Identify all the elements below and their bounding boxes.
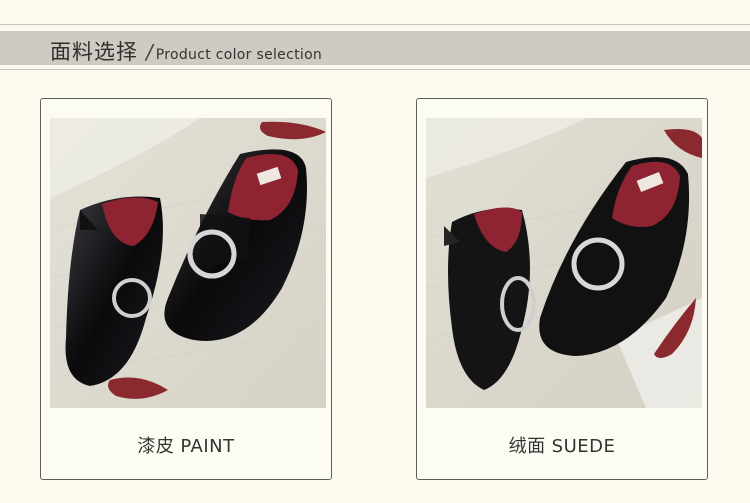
product-name-cn: 绒面 bbox=[508, 436, 546, 457]
product-name-cn: 漆皮 bbox=[137, 436, 175, 457]
product-caption-suede: 绒面 SUEDE bbox=[417, 432, 707, 458]
header-bottom-rule bbox=[0, 69, 750, 70]
section-title-en: Product color selection bbox=[155, 47, 323, 63]
product-caption-paint: 漆皮 PAINT bbox=[41, 432, 331, 458]
title-separator: / bbox=[146, 40, 153, 64]
section-title-cn: 面料选择 bbox=[50, 40, 138, 64]
product-card-paint[interactable]: 漆皮 PAINT bbox=[40, 98, 332, 480]
header-top-rule bbox=[0, 24, 750, 25]
product-photo-paint[interactable] bbox=[50, 118, 326, 408]
product-name-en: SUEDE bbox=[551, 436, 616, 457]
section-header: 面料选择 / Product color selection bbox=[50, 36, 323, 64]
product-name-en: PAINT bbox=[180, 436, 235, 457]
product-card-suede[interactable]: 绒面 SUEDE bbox=[416, 98, 708, 480]
product-photo-suede[interactable] bbox=[426, 118, 702, 408]
